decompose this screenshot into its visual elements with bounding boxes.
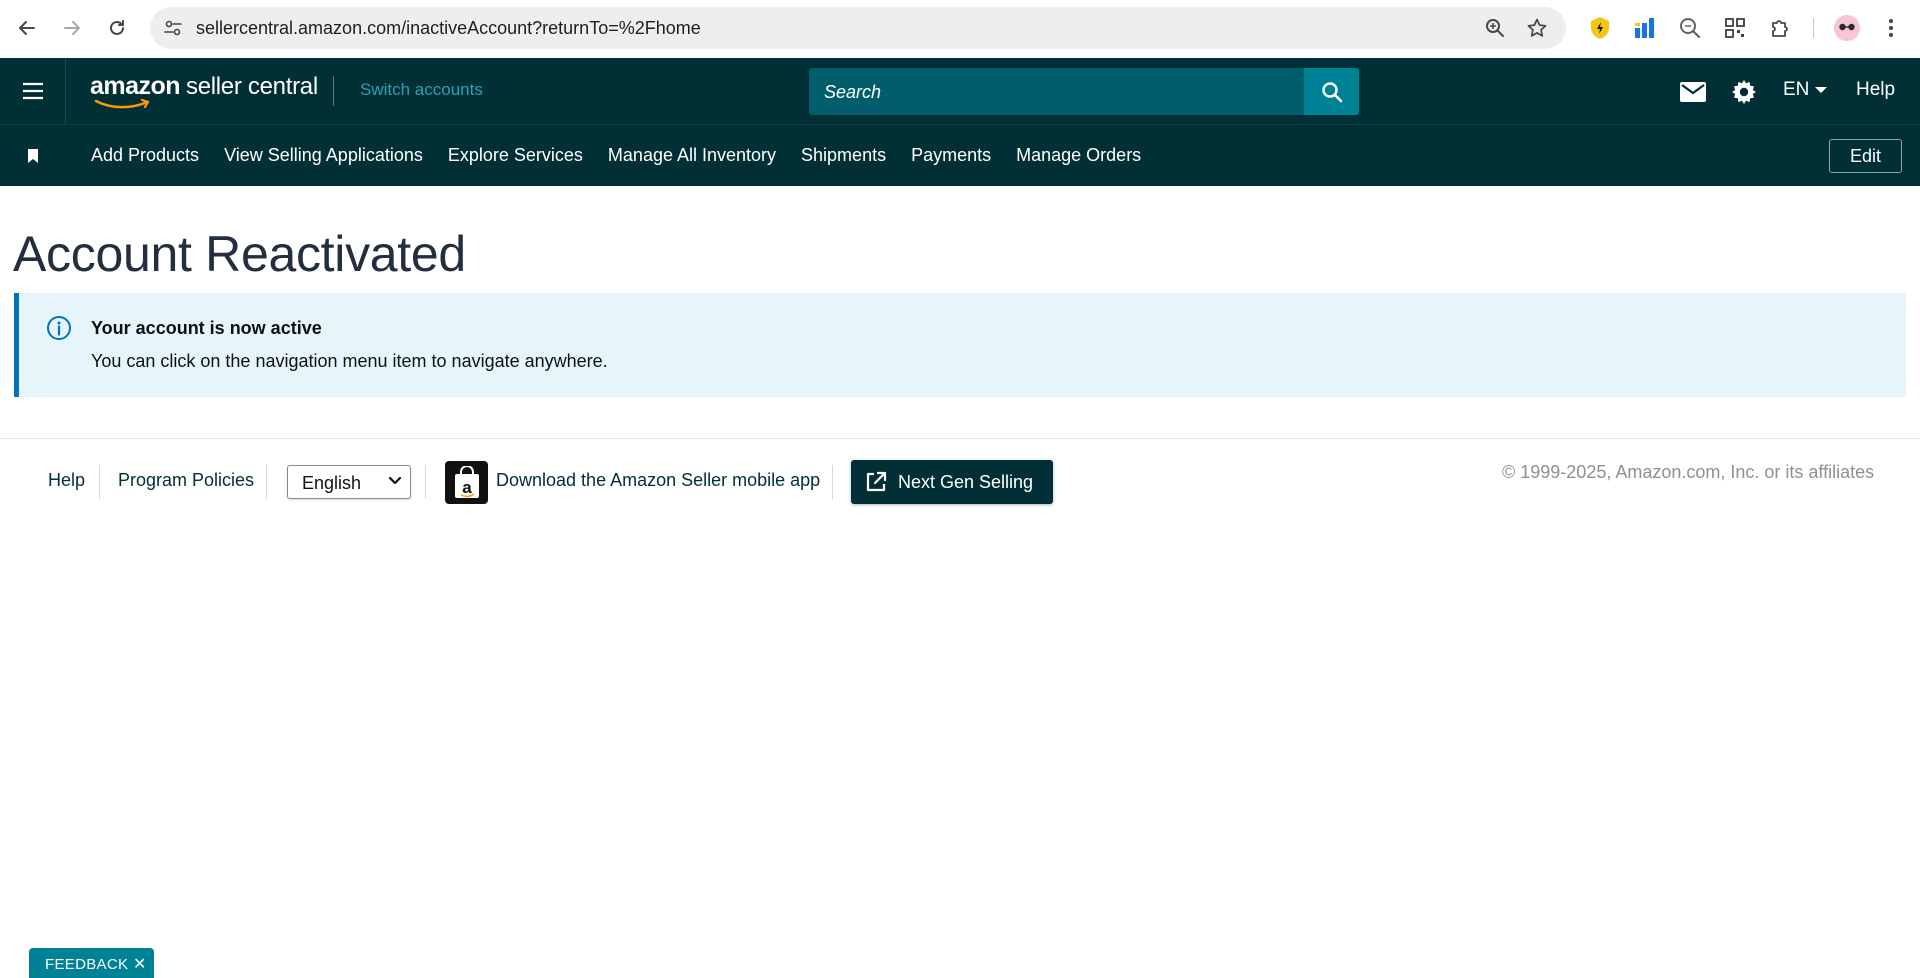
- copyright-text: © 1999-2025, Amazon.com, Inc. or its aff…: [1502, 462, 1875, 482]
- nav-item-add-products[interactable]: Add Products: [91, 145, 199, 166]
- search-button[interactable]: [1304, 68, 1359, 115]
- svg-text:a: a: [462, 478, 472, 497]
- footer-separator: [832, 465, 833, 499]
- edit-nav-button[interactable]: Edit: [1829, 139, 1902, 173]
- shield-extension-icon[interactable]: [1587, 15, 1613, 41]
- language-code: EN: [1783, 79, 1810, 100]
- seller-central-header: amazon seller central Switch accounts Se…: [0, 58, 1920, 124]
- nav-item-manage-orders[interactable]: Manage Orders: [1016, 145, 1141, 166]
- bookmark-nav-bar: Add Products View Selling Applications E…: [0, 124, 1920, 186]
- footer-separator: [266, 465, 267, 499]
- program-policies-link[interactable]: Program Policies: [118, 470, 254, 491]
- amazon-smile-icon: [94, 99, 150, 109]
- nav-item-shipments[interactable]: Shipments: [801, 145, 886, 166]
- logo-divider: [333, 76, 334, 106]
- switch-accounts-link[interactable]: Switch accounts: [360, 80, 483, 100]
- logo-seller-central: seller central: [186, 73, 318, 100]
- feedback-label: FEEDBACK: [45, 956, 129, 973]
- star-icon[interactable]: [1526, 17, 1548, 39]
- download-app-link[interactable]: Download the Amazon Seller mobile app: [496, 470, 820, 491]
- nav-items: Add Products View Selling Applications E…: [91, 145, 1166, 166]
- external-link-icon: [866, 471, 887, 492]
- site-info-icon[interactable]: [162, 17, 184, 39]
- mail-icon[interactable]: [1678, 77, 1708, 107]
- info-alert: Your account is now active You can click…: [14, 293, 1906, 397]
- caret-down-icon: [1815, 87, 1828, 93]
- forward-icon[interactable]: [58, 14, 86, 42]
- page-title: Account Reactivated: [13, 226, 466, 282]
- hamburger-icon[interactable]: [0, 58, 66, 124]
- qr-extension-icon[interactable]: [1722, 15, 1748, 41]
- zoom-icon[interactable]: [1484, 17, 1506, 39]
- alert-body: You can click on the navigation menu ite…: [91, 351, 608, 371]
- profile-avatar[interactable]: [1834, 15, 1860, 41]
- back-icon[interactable]: [13, 14, 41, 42]
- footer-language-select[interactable]: English: [287, 465, 411, 499]
- search-extension-icon[interactable]: [1677, 15, 1703, 41]
- browser-toolbar: sellercentral.amazon.com/inactiveAccount…: [0, 0, 1920, 58]
- nav-item-manage-all-inventory[interactable]: Manage All Inventory: [608, 145, 776, 166]
- puzzle-icon[interactable]: [1767, 15, 1793, 41]
- footer-separator: [99, 465, 100, 499]
- header-help-link[interactable]: Help: [1856, 79, 1895, 101]
- logo-amazon-wordmark: amazon: [90, 72, 181, 100]
- search-input[interactable]: Search: [809, 68, 1305, 115]
- chart-extension-icon[interactable]: [1632, 15, 1658, 41]
- language-selector[interactable]: EN: [1783, 79, 1828, 101]
- info-icon: [46, 315, 72, 341]
- search-placeholder: Search: [824, 82, 882, 102]
- feedback-tab[interactable]: FEEDBACK ✕: [29, 948, 154, 978]
- nav-item-view-selling-applications[interactable]: View Selling Applications: [224, 145, 423, 166]
- footer-separator: [425, 465, 426, 499]
- alert-title: Your account is now active: [91, 318, 322, 338]
- search-icon: [1321, 81, 1342, 102]
- gear-icon[interactable]: [1729, 77, 1759, 107]
- toolbar-divider: [1813, 18, 1814, 38]
- language-select-value: English: [302, 473, 362, 493]
- next-gen-selling-label: Next Gen Selling: [898, 472, 1034, 492]
- amazon-app-icon[interactable]: a: [445, 461, 488, 504]
- reload-icon[interactable]: [103, 14, 131, 42]
- nav-item-payments[interactable]: Payments: [911, 145, 991, 166]
- url-text[interactable]: sellercentral.amazon.com/inactiveAccount…: [196, 18, 701, 39]
- nav-item-explore-services[interactable]: Explore Services: [448, 145, 583, 166]
- address-bar[interactable]: sellercentral.amazon.com/inactiveAccount…: [150, 7, 1566, 49]
- bookmark-icon[interactable]: [24, 147, 42, 165]
- footer-help-link[interactable]: Help: [48, 470, 85, 491]
- next-gen-selling-button[interactable]: Next Gen Selling: [851, 460, 1053, 504]
- close-icon[interactable]: ✕: [133, 954, 146, 974]
- chevron-down-icon: [388, 476, 402, 485]
- footer: Help Program Policies English a Download…: [0, 439, 1920, 519]
- kebab-menu-icon[interactable]: [1878, 15, 1904, 41]
